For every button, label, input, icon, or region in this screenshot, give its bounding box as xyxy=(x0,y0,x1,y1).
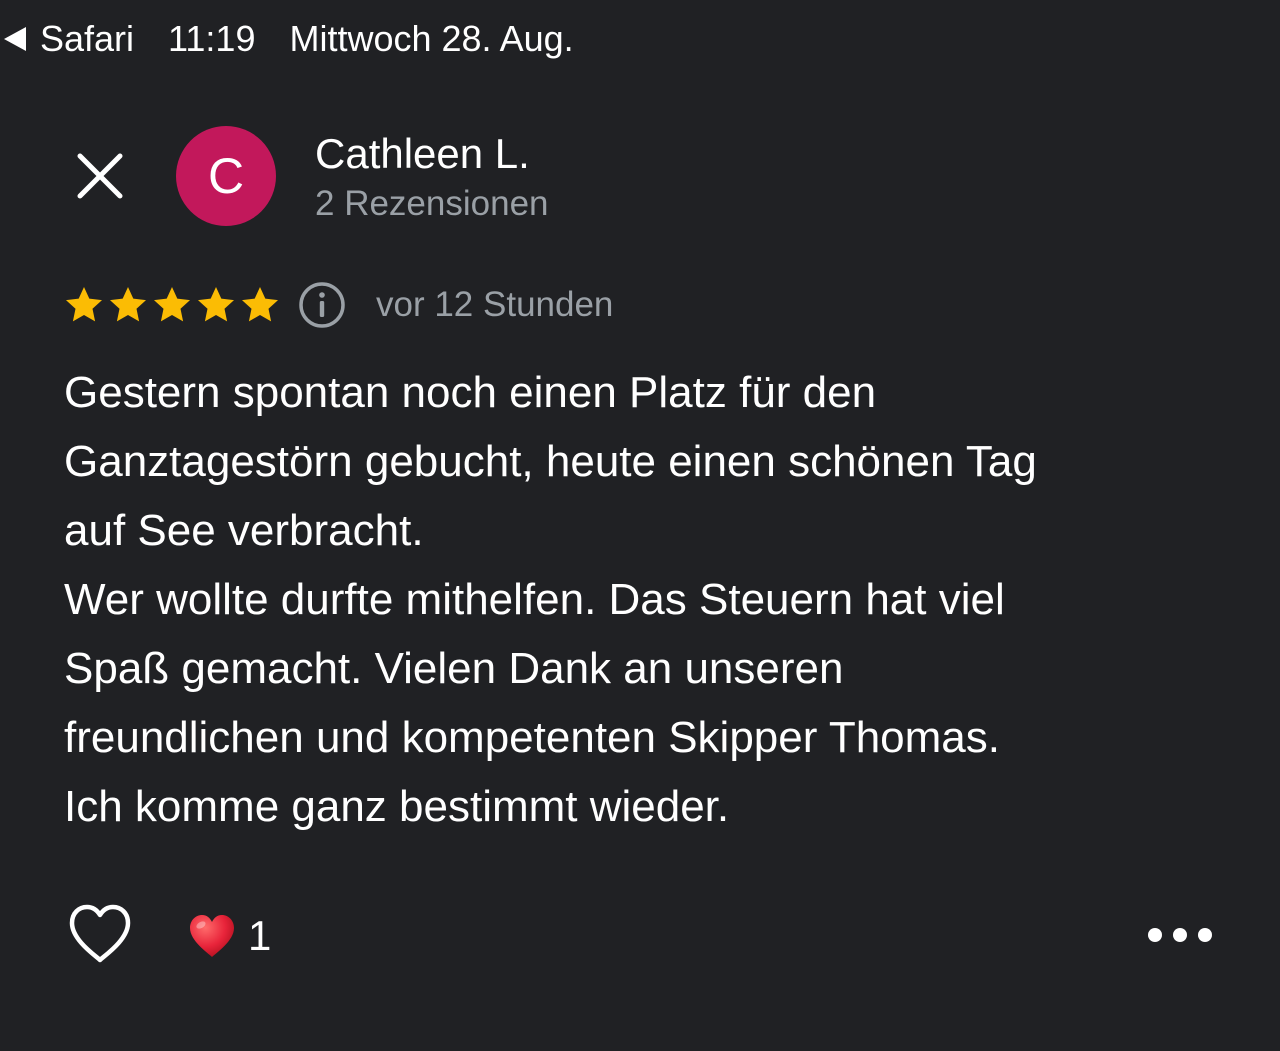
review-text-line: Ganztagestörn gebucht, heute einen schön… xyxy=(64,437,1037,486)
close-icon xyxy=(77,153,123,199)
more-options-button[interactable] xyxy=(1148,914,1212,956)
star-icon xyxy=(198,287,234,322)
back-arrow-icon xyxy=(4,27,26,51)
reviewer-name[interactable]: Cathleen L. xyxy=(315,130,530,178)
star-icon xyxy=(110,287,146,322)
more-horizontal-icon-dot xyxy=(1148,928,1162,942)
reaction-summary[interactable]: 1 xyxy=(188,908,271,964)
avatar[interactable]: C xyxy=(176,126,276,226)
reviewer-review-count: 2 Rezensionen xyxy=(315,184,549,223)
review-text-line: Gestern spontan noch einen Platz für den xyxy=(64,368,877,417)
star-icon xyxy=(154,287,190,322)
review-text: Gestern spontan noch einen Platz für den… xyxy=(64,358,1234,841)
heart-outline-icon xyxy=(69,904,131,963)
review-text-line: auf See verbracht. xyxy=(64,506,424,555)
status-bar: Safari 11:19 Mittwoch 28. Aug. xyxy=(0,14,574,64)
more-horizontal-icon-dot xyxy=(1198,928,1212,942)
review-time: vor 12 Stunden xyxy=(376,285,614,324)
red-heart-emoji-icon xyxy=(190,915,234,957)
back-to-safari-button[interactable]: Safari xyxy=(0,18,134,60)
like-button[interactable] xyxy=(66,902,134,968)
rating-row: vor 12 Stunden xyxy=(64,278,613,332)
review-text-line: freundlichen und kompetenten Skipper Tho… xyxy=(64,713,1000,762)
star-rating xyxy=(64,285,284,325)
reaction-count: 1 xyxy=(248,912,272,959)
review-detail-page: Safari 11:19 Mittwoch 28. Aug. C Cathlee… xyxy=(0,0,1280,1051)
review-text-line: Ich komme ganz bestimmt wieder. xyxy=(64,782,730,831)
more-horizontal-icon-dot xyxy=(1173,928,1187,942)
status-date: Mittwoch 28. Aug. xyxy=(289,18,574,59)
status-time: 11:19 xyxy=(168,18,256,59)
review-text-line: Spaß gemacht. Vielen Dank an unseren xyxy=(64,644,844,693)
review-text-line: Wer wollte durfte mithelfen. Das Steuern… xyxy=(64,575,1005,624)
review-header: C Cathleen L. 2 Rezensionen xyxy=(0,126,1280,226)
avatar-initial: C xyxy=(207,148,245,204)
star-icon xyxy=(242,287,278,322)
close-button[interactable] xyxy=(68,144,132,208)
info-icon[interactable] xyxy=(298,281,346,329)
back-app-label: Safari xyxy=(40,18,135,59)
star-icon xyxy=(66,287,102,322)
